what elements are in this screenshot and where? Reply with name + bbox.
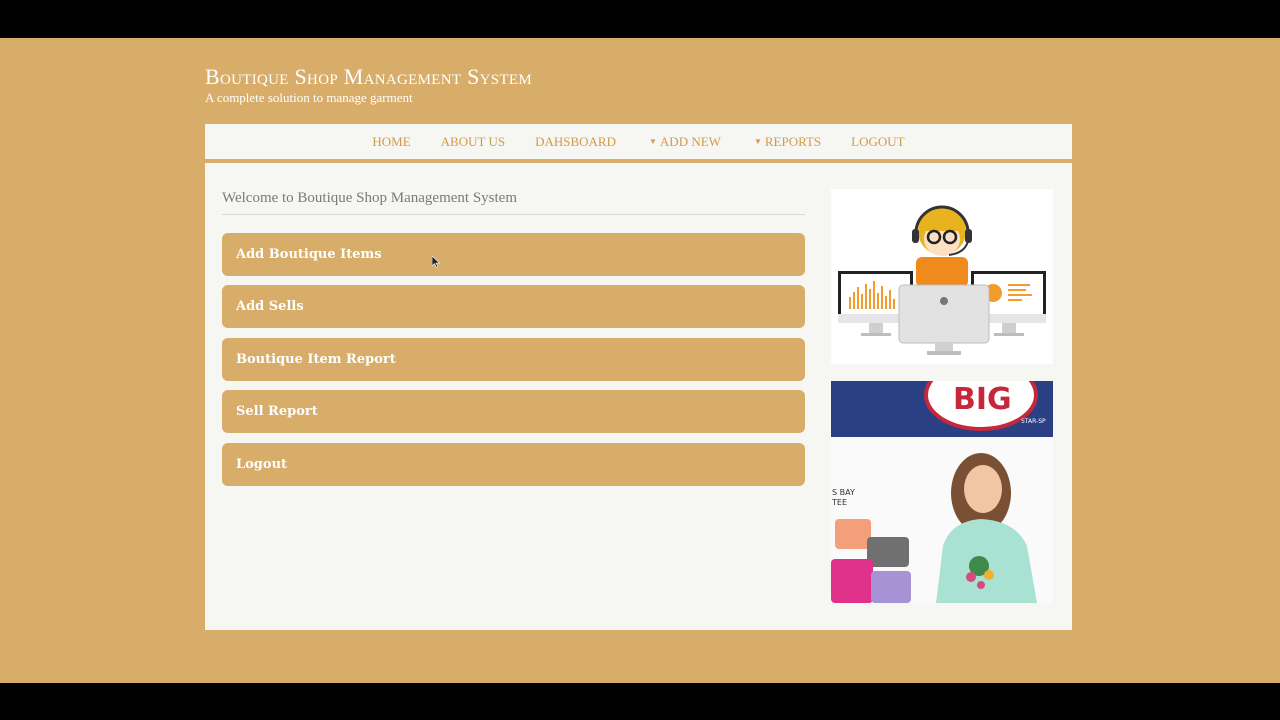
caret-down-icon: ▼: [753, 137, 762, 146]
logout-button[interactable]: Logout: [222, 443, 805, 486]
main-nav: HOME ABOUT US DAHSBOARD ▼ ADD NEW ▼ REPORT…: [205, 124, 1072, 159]
site-title: Boutique Shop Management System: [205, 64, 532, 89]
nav-about-us[interactable]: ABOUT US: [426, 134, 520, 150]
heading-divider: [222, 214, 805, 215]
add-boutique-items-button[interactable]: Add Boutique Items: [222, 233, 805, 276]
page-background: Boutique Shop Management System A comple…: [0, 38, 1280, 683]
nav-add-new-dropdown[interactable]: ▼ ADD NEW: [631, 134, 736, 150]
tshirt-ad-image: BIG STAR-SP S BAY TEE: [831, 381, 1053, 603]
banner-side-text-1: S BAY: [832, 488, 855, 497]
nav-about-label: ABOUT US: [440, 133, 506, 149]
nav-logout-label: LOGOUT: [851, 133, 905, 149]
banner-big-text: BIG: [953, 382, 1012, 417]
nav-dashboard-label: DAHSBOARD: [535, 133, 616, 149]
banner-side-text-2: TEE: [831, 498, 847, 507]
site-tagline: A complete solution to manage garment: [205, 90, 413, 105]
mouse-cursor-icon: [432, 256, 440, 268]
nav-reports-label: REPORTS: [764, 133, 822, 149]
nav-add-new-label: ADD NEW: [659, 133, 721, 149]
add-sells-button[interactable]: Add Sells: [222, 285, 805, 328]
nav-home[interactable]: HOME: [357, 134, 425, 150]
boutique-item-report-button[interactable]: Boutique Item Report: [222, 338, 805, 381]
content-panel: Welcome to Boutique Shop Management Syst…: [205, 163, 1072, 630]
caret-down-icon: ▼: [649, 137, 657, 146]
welcome-heading: Welcome to Boutique Shop Management Syst…: [222, 190, 517, 206]
nav-logout[interactable]: LOGOUT: [836, 134, 919, 150]
sell-report-button[interactable]: Sell Report: [222, 390, 805, 433]
nav-reports-dropdown[interactable]: ▼ REPORTS: [736, 134, 836, 150]
nav-dashboard[interactable]: DAHSBOARD: [520, 134, 631, 150]
support-operator-image: [831, 189, 1053, 364]
nav-home-label: HOME: [372, 133, 411, 149]
banner-small-text: STAR-SP: [1021, 418, 1046, 425]
